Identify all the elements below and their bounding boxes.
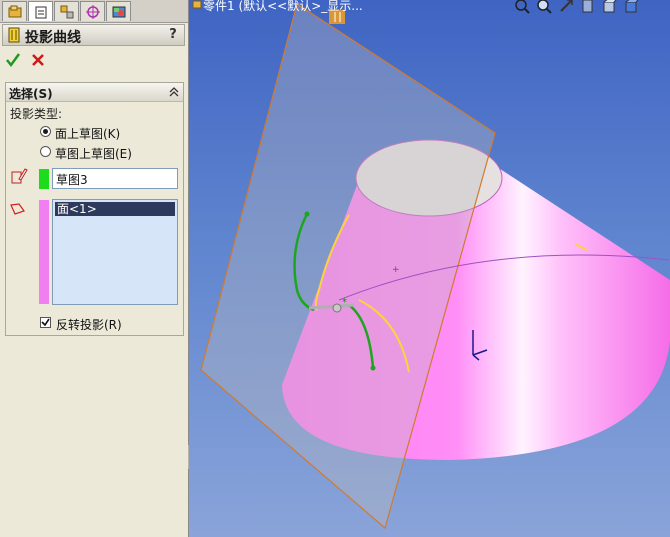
selections-group: 选择(S) 投影类型: 面上草图(K) 草图上草图(E) 草图3 面<1> 反转… xyxy=(5,82,184,336)
view-orientation-icon[interactable] xyxy=(602,0,618,14)
sketch-pencil-icon xyxy=(11,168,28,184)
sketch-point[interactable] xyxy=(304,211,310,217)
group-title: 选择(S) xyxy=(9,87,53,101)
help-button[interactable]: ? xyxy=(165,27,181,43)
property-manager-header: 投影曲线 ? xyxy=(2,24,185,46)
sketch-selection-field[interactable]: 草图3 xyxy=(52,168,178,189)
zoom-to-area-icon[interactable] xyxy=(536,0,552,14)
face-selection-icon xyxy=(10,203,25,215)
projected-curve-icon xyxy=(8,27,20,43)
faces-selection-list[interactable]: 面<1> xyxy=(52,199,178,305)
collapse-chevron-icon[interactable] xyxy=(169,86,179,98)
panel-title: 投影曲线 xyxy=(25,30,81,46)
model-scene: * + xyxy=(200,3,670,530)
check-icon xyxy=(41,318,50,327)
display-style-icon[interactable] xyxy=(624,0,640,14)
svg-text:*: * xyxy=(342,297,347,308)
reverse-projection-label: 反转投影(R) xyxy=(56,318,122,332)
radio-label: 面上草图(K) xyxy=(55,127,121,141)
feature-manager-tab[interactable] xyxy=(2,1,27,21)
display-manager-tab[interactable] xyxy=(106,1,131,21)
radio-label: 草图上草图(E) xyxy=(55,147,132,161)
reverse-projection-checkbox[interactable] xyxy=(40,317,51,328)
property-manager-icon xyxy=(35,6,47,19)
ok-checkmark-icon[interactable] xyxy=(5,52,21,68)
graphics-viewport[interactable]: * + 零件1 (默认<<默认>_显示... xyxy=(189,0,670,537)
feature-manager-icon xyxy=(8,5,22,18)
heads-up-view-toolbar xyxy=(514,0,664,14)
configuration-manager-tab[interactable] xyxy=(54,1,79,21)
section-view-icon[interactable] xyxy=(580,0,596,14)
sketch-point[interactable] xyxy=(370,365,376,371)
zoom-to-fit-icon[interactable] xyxy=(514,0,530,14)
property-manager-tab[interactable] xyxy=(28,1,53,21)
display-manager-icon xyxy=(112,6,126,18)
list-item[interactable]: 面<1> xyxy=(55,202,175,216)
cancel-x-icon[interactable] xyxy=(30,52,46,68)
property-manager-panel: 投影曲线 ? 选择(S) 投影类型: 面上草图(K) 草图上草图(E) 草图3 … xyxy=(0,0,189,537)
face-color-swatch xyxy=(39,200,49,304)
radio-button[interactable] xyxy=(40,126,51,137)
configuration-manager-icon xyxy=(60,5,74,19)
sketch-color-swatch xyxy=(39,169,49,189)
selections-group-header[interactable]: 选择(S) xyxy=(6,83,183,102)
projection-type-label: 投影类型: xyxy=(10,107,63,121)
dimxpert-tab[interactable] xyxy=(80,1,105,21)
radio-button[interactable] xyxy=(40,146,51,157)
part-icon xyxy=(192,0,202,9)
previous-view-icon[interactable] xyxy=(558,0,574,14)
origin-marker: + xyxy=(392,265,400,275)
dimxpert-icon xyxy=(86,5,100,19)
flyout-tree-title[interactable]: 零件1 (默认<<默认>_显示... xyxy=(203,0,363,14)
manager-tab-bar xyxy=(0,0,188,23)
